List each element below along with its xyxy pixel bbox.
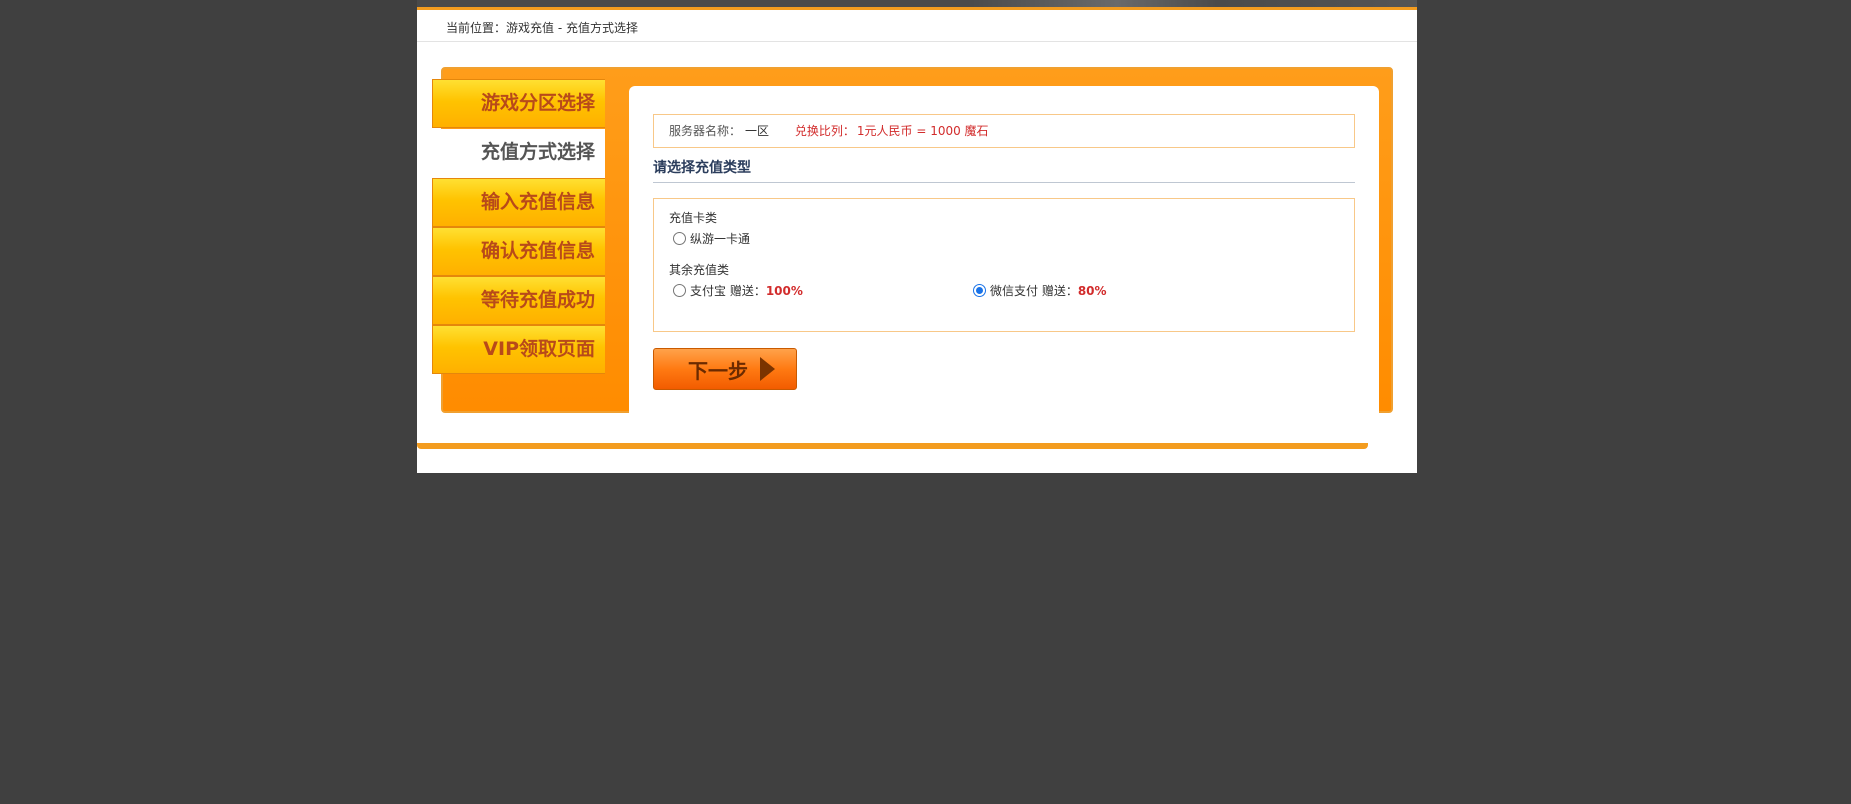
step-tab-confirm-info[interactable]: 确认充值信息 xyxy=(432,227,605,276)
step-tab-label: 充值方式选择 xyxy=(480,141,595,163)
breadcrumb-path: 游戏充值 - 充值方式选择 xyxy=(506,21,638,35)
option-label: 支付宝 赠送： xyxy=(690,284,766,298)
radio-zongyou-card[interactable] xyxy=(673,232,686,245)
server-label: 服务器名称： xyxy=(669,124,742,138)
step-tab-label: 确认充值信息 xyxy=(480,240,595,262)
step-tab-label: 等待充值成功 xyxy=(480,289,595,311)
step-tab-wait-success[interactable]: 等待充值成功 xyxy=(432,276,605,325)
option-alipay[interactable]: 支付宝 赠送： 100% xyxy=(673,282,803,299)
option-label: 微信支付 赠送： xyxy=(990,284,1078,298)
server-value: 一区 xyxy=(745,124,770,138)
breadcrumb-label: 当前位置： xyxy=(446,21,507,35)
step-tab-label: VIP领取页面 xyxy=(483,338,595,360)
recharge-page: 当前位置：游戏充值 - 充值方式选择 游戏分区选择 充值方式选择 输入充值信息 … xyxy=(417,10,1417,473)
next-step-button[interactable]: 下一步 xyxy=(653,348,797,390)
next-button-label: 下一步 xyxy=(688,358,748,383)
bonus-value: 80% xyxy=(1077,283,1107,298)
other-group-label: 其余充值类 xyxy=(669,263,730,277)
option-label: 纵游一卡通 xyxy=(690,232,751,246)
bonus-value: 100% xyxy=(765,283,803,298)
payment-options-box: 充值卡类 纵游一卡通 其余充值类 支付宝 赠送： 100% 微信支付 赠送： 80% xyxy=(653,198,1355,332)
step-tab-input-info[interactable]: 输入充值信息 xyxy=(432,178,605,227)
content-panel: 服务器名称： 一区 兑换比列： 1元人民币 = 1000 魔石 请选择充值类型 充值… xyxy=(629,86,1379,419)
step-tab-label: 游戏分区选择 xyxy=(480,92,595,114)
section-title: 请选择充值类型 xyxy=(653,156,1355,183)
ratio-label: 兑换比列： xyxy=(794,124,855,138)
option-wechat-pay[interactable]: 微信支付 赠送： 80% xyxy=(973,282,1107,299)
option-zongyou-card[interactable]: 纵游一卡通 xyxy=(673,230,750,247)
bottom-bar xyxy=(417,443,1368,449)
step-tab-payment-method[interactable]: 充值方式选择 xyxy=(432,129,605,178)
step-tab-vip[interactable]: VIP领取页面 xyxy=(432,325,605,374)
breadcrumb: 当前位置：游戏充值 - 充值方式选择 xyxy=(417,10,1417,42)
play-arrow-icon xyxy=(760,357,775,381)
top-strip xyxy=(417,0,1417,10)
card-group-label: 充值卡类 xyxy=(669,211,718,225)
step-tab-zone-select[interactable]: 游戏分区选择 xyxy=(432,79,605,128)
server-info-bar: 服务器名称： 一区 兑换比列： 1元人民币 = 1000 魔石 xyxy=(653,114,1355,148)
ratio-value: 1元人民币 = 1000 魔石 xyxy=(856,124,989,138)
radio-alipay[interactable] xyxy=(673,284,686,297)
step-tab-label: 输入充值信息 xyxy=(480,191,595,213)
radio-wechat-pay[interactable] xyxy=(973,284,986,297)
